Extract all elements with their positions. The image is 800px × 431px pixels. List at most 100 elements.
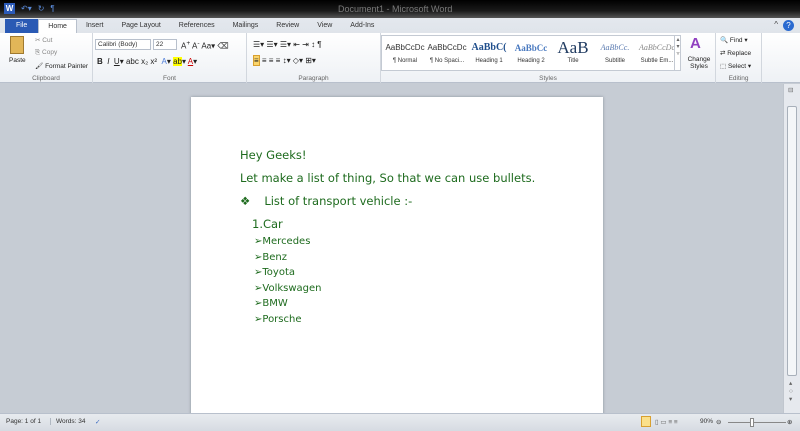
cut-button[interactable]: ✂ Cut [35,36,52,44]
minimize-ribbon-icon[interactable]: ^ [774,20,778,29]
list-item-text: Benz [262,251,287,263]
paragraph-group: ☰▾ ☰▾ ☰▾ ⇤ ⇥ ↕ ¶ ≡ ≡ ≡ ≡ ↕▾ ◇▾ ⊞▾ Paragr… [247,33,381,83]
pilcrow-icon[interactable]: ¶ [50,4,54,13]
highlight-icon[interactable]: ab [173,57,182,66]
paragraph-label: Paragraph [298,75,329,82]
ribbon: Paste ✂ Cut ⎘ Copy 🖌 Format Painter Clip… [0,33,800,83]
style-name: Heading 2 [517,58,545,64]
tab-view[interactable]: View [308,19,341,34]
tab-home[interactable]: Home [38,19,77,34]
styles-label: Styles [539,75,557,82]
style-name: Heading 1 [475,58,503,64]
title-bar: W ↶▾ ↻ ¶ Document1 - Microsoft Word [0,0,800,18]
change-styles-button[interactable]: Change Styles [686,56,712,70]
proofing-icon[interactable]: ✓ [95,418,100,426]
document-body[interactable]: Hey Geeks! Let make a list of thing, So … [240,148,535,329]
zoom-in-icon[interactable]: ⊕ [787,418,792,426]
status-bar: Page: 1 of 1 Words: 34 ✓ ▯ ▭ ≡ ≡ 90% ⊖ ⊕ [0,413,800,431]
font-group: Calibri (Body) 22 A+ A- Aa▾ ⌫ B I U▾ abc… [93,33,247,83]
scrollbar-thumb[interactable] [787,106,797,376]
list-item: ➢Benz [240,252,535,263]
find-label: Find [729,37,743,44]
style-normal[interactable]: AaBbCcDc ¶ Normal [384,38,426,72]
zoom-slider-thumb[interactable] [750,418,754,427]
style-subtle-emphasis[interactable]: AaBbCcDc Subtle Em... [636,38,678,72]
alignment-buttons[interactable]: ≡ ≡ ≡ ≡ ↕▾ ◇▾ ⊞▾ [253,55,316,66]
replace-button[interactable]: ⇄ Replace [720,49,751,57]
ruler-toggle-icon[interactable]: ⊟ [788,86,793,94]
word-count[interactable]: Words: 34 [50,418,86,425]
tab-add-ins[interactable]: Add-Ins [341,19,383,34]
style-heading-2[interactable]: AaBbCc Heading 2 [510,38,552,72]
window-title: Document1 - Microsoft Word [338,4,453,14]
style-preview: AaBbCcDc [639,43,675,52]
find-button[interactable]: 🔍 Find ▾ [720,36,748,44]
list-item: ➢Volkswagen [240,283,535,294]
text-effects-icon[interactable]: A [162,57,167,66]
style-preview: AaBbCc [514,43,548,53]
font-format-buttons[interactable]: B I U▾ abc x₂ x² A▾ ab▾ A▾ [97,57,197,66]
tab-references[interactable]: References [170,19,224,34]
tab-insert[interactable]: Insert [77,19,113,34]
undo-icon[interactable]: ↶▾ [21,4,32,13]
font-size-buttons[interactable]: A+ A- Aa▾ ⌫ [181,40,229,51]
clipboard-label: Clipboard [32,75,60,82]
style-subtitle[interactable]: AaBbCc. Subtitle [594,38,636,72]
list-item-text: BMW [262,298,288,309]
list-buttons[interactable]: ☰▾ ☰▾ ☰▾ ⇤ ⇥ ↕ ¶ [253,40,322,49]
style-name: Subtitle [604,58,625,64]
font-name-select[interactable]: Calibri (Body) [95,39,151,50]
select-label: Select [727,63,747,70]
view-buttons[interactable]: ▯ ▭ ≡ ≡ [655,418,678,426]
zoom-level[interactable]: 90% [700,418,713,425]
zoom-slider[interactable] [728,422,786,423]
zoom-out-icon[interactable]: ⊖ [716,418,721,426]
font-label: Font [162,75,176,82]
copy-button[interactable]: ⎘ Copy [35,49,57,57]
list-item-text: Toyota [262,267,296,278]
cut-label: Cut [42,37,53,44]
tab-mailings[interactable]: Mailings [224,19,268,34]
replace-label: Replace [727,50,752,57]
style-name: Subtle Em... [640,58,674,64]
font-color-icon[interactable]: A [188,57,193,66]
print-layout-icon[interactable] [641,416,651,427]
paragraph-intro: Let make a list of thing, So that we can… [240,171,536,185]
style-preview: AaB [557,38,589,57]
style-preview: AaBbCc. [600,43,630,52]
paste-icon[interactable] [10,36,24,54]
list-item: ➢Porsche [240,314,535,325]
style-preview: AaBbC( [471,42,507,53]
copy-label: Copy [42,49,58,56]
font-size-select[interactable]: 22 [153,39,177,50]
style-name: Title [567,58,579,64]
redo-icon[interactable]: ↻ [38,4,45,13]
document-page[interactable]: Hey Geeks! Let make a list of thing, So … [191,97,603,427]
paste-button[interactable]: Paste [9,57,26,64]
align-left-icon[interactable]: ≡ [253,55,260,66]
list-item: ➢BMW [240,298,535,309]
change-styles-icon[interactable]: A [690,35,701,52]
select-button[interactable]: ⬚ Select ▾ [720,62,751,70]
document-workspace: Hey Geeks! Let make a list of thing, So … [0,84,783,427]
tab-file[interactable]: File [5,19,39,34]
tab-review[interactable]: Review [267,19,308,34]
style-name: ¶ No Spaci... [429,58,465,64]
help-icon[interactable]: ? [783,20,794,31]
editing-label: Editing [728,75,749,82]
styles-scroll[interactable]: ▴ ▾ ▿ [674,36,681,70]
style-heading-1[interactable]: AaBbC( Heading 1 [468,38,510,72]
editing-group: 🔍 Find ▾ ⇄ Replace ⬚ Select ▾ Editing [716,33,762,83]
list-item-text: Porsche [262,313,302,325]
browse-buttons[interactable]: ▴ ○ ▾ [789,380,793,404]
vertical-scrollbar[interactable]: ⊟ ▴ ○ ▾ [783,84,800,413]
style-title[interactable]: AaB Title [552,38,594,72]
clipboard-group: Paste ✂ Cut ⎘ Copy 🖌 Format Painter Clip… [0,33,93,83]
tab-page-layout[interactable]: Page Layout [112,19,169,34]
styles-gallery: AaBbCcDc ¶ Normal AaBbCcDc ¶ No Spaci... A… [381,35,681,71]
style-no-spacing[interactable]: AaBbCcDc ¶ No Spaci... [426,38,468,72]
style-preview: AaBbCcDc [427,43,467,52]
page-count[interactable]: Page: 1 of 1 [6,418,41,425]
format-painter-button[interactable]: 🖌 Format Painter [35,62,88,70]
style-name: ¶ Normal [392,58,418,64]
